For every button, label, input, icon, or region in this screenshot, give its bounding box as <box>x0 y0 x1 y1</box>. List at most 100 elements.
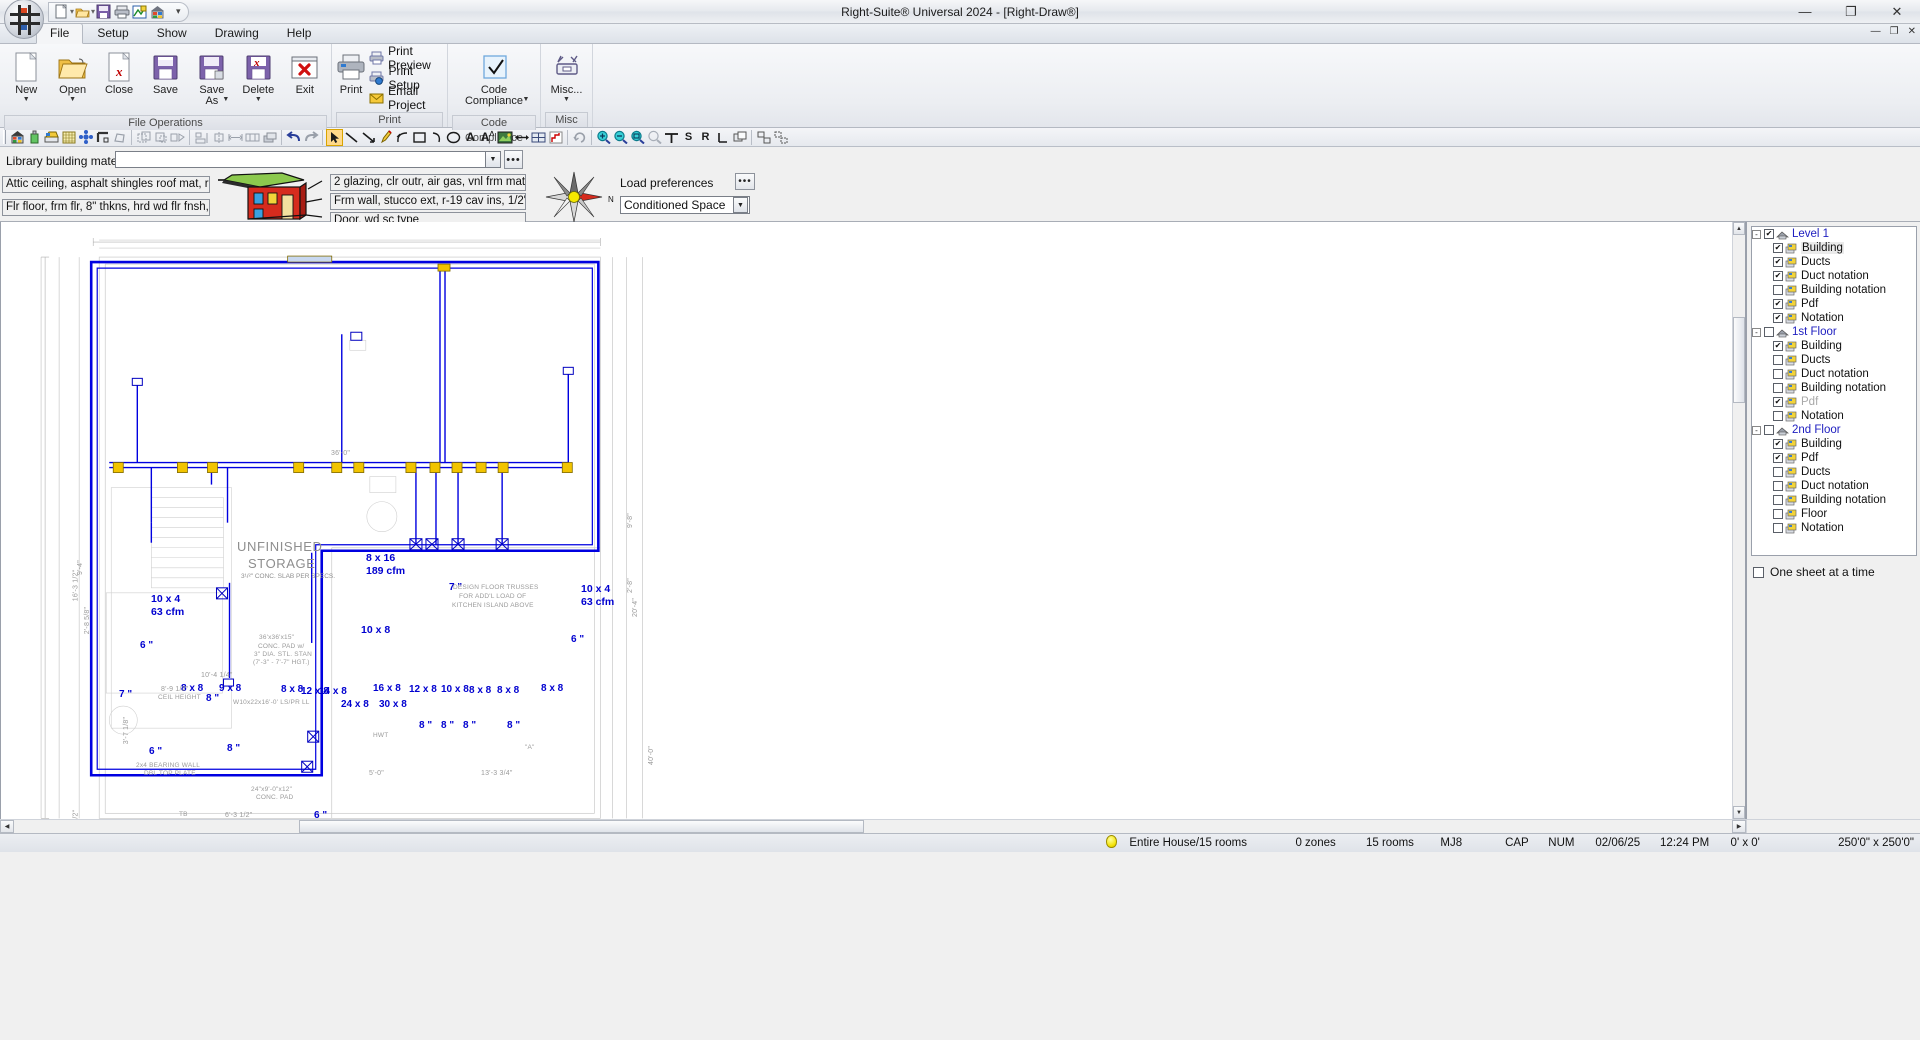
attic-ceiling-field[interactable]: Attic ceiling, asphalt shingles roof mat… <box>2 176 210 193</box>
glazing-field[interactable]: 2 glazing, clr outr, air gas, vnl frm ma… <box>330 174 526 191</box>
scroll-down-arrow-icon[interactable]: ▼ <box>1733 806 1745 819</box>
copy-shape-icon[interactable] <box>135 129 152 146</box>
snap-icon[interactable]: R <box>697 129 714 146</box>
tree-layer-checkbox[interactable] <box>1773 453 1783 463</box>
tree-layer-checkbox[interactable] <box>1773 509 1783 519</box>
chevron-down-icon[interactable]: ▼ <box>23 96 30 104</box>
library-dropdown-arrow-icon[interactable]: ▼ <box>485 151 501 168</box>
tree-layer-1-0[interactable]: Building <box>1752 339 1916 353</box>
chevron-down-icon[interactable]: ▼ <box>255 96 262 104</box>
library-browse-button[interactable]: ••• <box>504 150 523 169</box>
tree-layer-checkbox[interactable] <box>1773 243 1783 253</box>
text-style-icon[interactable]: Aᐱ <box>479 129 496 146</box>
layer-tree[interactable]: - Level 1 Building Ducts Duct notation Buildi… <box>1751 226 1917 556</box>
undo-icon[interactable] <box>285 129 302 146</box>
tree-layer-checkbox[interactable] <box>1773 523 1783 533</box>
scroll-up-arrow-icon[interactable]: ▲ <box>1733 222 1745 235</box>
ribbon-save-as-button[interactable]: Save As ▼ <box>189 48 235 115</box>
qat-house-icon[interactable] <box>149 3 166 20</box>
select-arrow-icon[interactable] <box>326 128 343 146</box>
curve-icon[interactable] <box>428 129 445 146</box>
tab-drawing[interactable]: Drawing <box>201 24 273 43</box>
tree-level-0[interactable]: - Level 1 <box>1752 227 1916 241</box>
zoom-out-icon[interactable] <box>612 129 629 146</box>
tree-layer-2-0[interactable]: Building <box>1752 437 1916 451</box>
mdi-restore-button[interactable]: ❐ <box>1890 26 1899 37</box>
ribbon-close-button[interactable]: x Close <box>96 48 142 96</box>
fit-icon[interactable] <box>663 129 680 146</box>
tree-layer-checkbox[interactable] <box>1773 355 1783 365</box>
vertical-scroll-thumb[interactable] <box>1733 317 1745 403</box>
tree-layer-checkbox[interactable] <box>1773 439 1783 449</box>
tree-layer-1-1[interactable]: Ducts <box>1752 353 1916 367</box>
tree-layer-2-5[interactable]: Floor <box>1752 507 1916 521</box>
ribbon-delete-button[interactable]: x Delete ▼ <box>235 48 281 104</box>
window-minimize-button[interactable]: — <box>1782 0 1828 23</box>
tree-layer-0-1[interactable]: Ducts <box>1752 255 1916 269</box>
tree-layer-checkbox[interactable] <box>1773 495 1783 505</box>
ribbon-open-button[interactable]: Open ▼ <box>49 48 95 104</box>
tree-layer-checkbox[interactable] <box>1773 271 1783 281</box>
rectangle-icon[interactable] <box>411 129 428 146</box>
ribbon-misc-button[interactable]: Misc... ▼ <box>544 48 589 104</box>
tree-layer-checkbox[interactable] <box>1773 285 1783 295</box>
chevron-down-icon[interactable]: ▼ <box>563 96 570 104</box>
scroll-left-arrow-icon[interactable]: ◀ <box>0 820 14 833</box>
tree-layer-0-0[interactable]: Building <box>1752 241 1916 255</box>
chevron-down-icon[interactable]: ▼ <box>222 96 229 104</box>
tree-layer-checkbox[interactable] <box>1773 313 1783 323</box>
tree-layer-checkbox[interactable] <box>1773 341 1783 351</box>
tree-level-2[interactable]: - 2nd Floor <box>1752 423 1916 437</box>
polygon-icon[interactable] <box>111 129 128 146</box>
tree-level-checkbox[interactable] <box>1764 229 1774 239</box>
tree-layer-1-5[interactable]: Notation <box>1752 409 1916 423</box>
tree-layer-checkbox[interactable] <box>1773 397 1783 407</box>
tree-layer-0-2[interactable]: Duct notation <box>1752 269 1916 283</box>
center-icon[interactable] <box>210 129 227 146</box>
mdi-minimize-button[interactable]: — <box>1871 26 1881 37</box>
toolbar-grip[interactable] <box>3 130 6 144</box>
scale-icon[interactable]: S <box>680 129 697 146</box>
tree-layer-checkbox[interactable] <box>1773 481 1783 491</box>
tree-layer-1-4[interactable]: Pdf <box>1752 395 1916 409</box>
zoom-in-icon[interactable] <box>595 129 612 146</box>
tree-level-1[interactable]: - 1st Floor <box>1752 325 1916 339</box>
dimension-icon[interactable] <box>513 129 530 146</box>
tree-expander-icon[interactable]: - <box>1752 229 1761 239</box>
tree-layer-checkbox[interactable] <box>1773 411 1783 421</box>
image-icon[interactable] <box>496 129 513 146</box>
qat-overflow-icon[interactable]: ▾ <box>176 6 181 17</box>
load-preferences-browse-button[interactable]: ••• <box>735 173 755 190</box>
ribbon-code-compliance-button[interactable]: Code Compliance ▼ <box>451 48 537 115</box>
tree-layer-checkbox[interactable] <box>1773 369 1783 379</box>
chevron-down-icon[interactable]: ▼ <box>69 96 76 104</box>
canvas-vertical-scrollbar[interactable]: ▲ ▼ <box>1732 222 1745 819</box>
window-maximize-button[interactable]: ❐ <box>1828 0 1874 23</box>
mirror-shape-icon[interactable] <box>169 129 186 146</box>
paint-icon[interactable] <box>26 129 43 146</box>
line-icon[interactable] <box>343 129 360 146</box>
equipment-icon[interactable] <box>43 129 60 146</box>
polyline-icon[interactable] <box>360 129 377 146</box>
ribbon-save-button[interactable]: Save <box>142 48 188 96</box>
text-a-icon[interactable]: A <box>462 129 479 146</box>
one-sheet-at-a-time-row[interactable]: One sheet at a time <box>1753 565 1875 579</box>
window-icon[interactable] <box>530 129 547 146</box>
paste-shape-icon[interactable] <box>152 129 169 146</box>
conditioned-space-select[interactable]: Conditioned Space <box>620 196 750 214</box>
ribbon-exit-button[interactable]: Exit <box>282 48 328 96</box>
tree-layer-checkbox[interactable] <box>1773 467 1783 477</box>
tree-layer-2-2[interactable]: Ducts <box>1752 465 1916 479</box>
horizontal-scroll-thumb[interactable] <box>299 820 864 833</box>
ortho-icon[interactable] <box>714 129 731 146</box>
tree-layer-checkbox[interactable] <box>1773 257 1783 267</box>
stairs-icon[interactable] <box>547 129 564 146</box>
tree-layer-2-6[interactable]: Notation <box>1752 521 1916 535</box>
ribbon-new-button[interactable]: New ▼ <box>3 48 49 104</box>
wall-corner-icon[interactable] <box>94 129 111 146</box>
tree-layer-0-5[interactable]: Notation <box>1752 311 1916 325</box>
ellipse-icon[interactable] <box>445 129 462 146</box>
tree-level-checkbox[interactable] <box>1764 425 1774 435</box>
horizontal-scroll-track[interactable] <box>14 820 1732 833</box>
zoom-prev-icon[interactable] <box>646 129 663 146</box>
